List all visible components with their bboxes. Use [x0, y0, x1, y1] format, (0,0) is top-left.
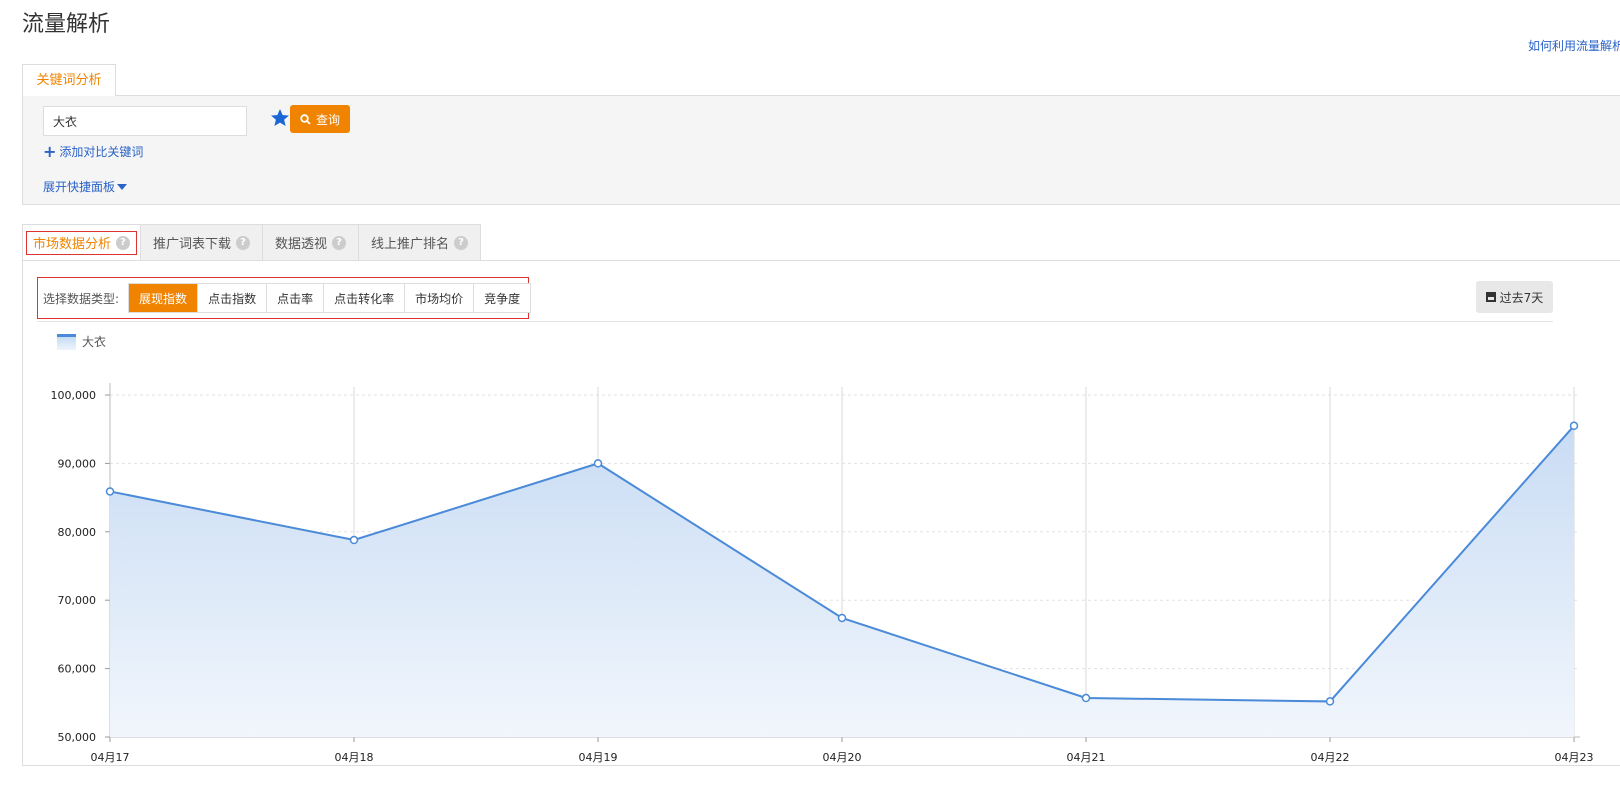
- impression-index-chart: 50,000 60,000 70,000 80,000 90,000 100,000 04月…: [51, 383, 1594, 764]
- data-point: [1325, 697, 1335, 706]
- y-tick-label: 80,000: [58, 526, 97, 539]
- x-tick-label: 04月20: [823, 751, 862, 764]
- data-point: [837, 613, 847, 623]
- x-tick-label: 04月17: [91, 751, 130, 764]
- data-point: [349, 535, 359, 545]
- x-tick-label: 04月18: [335, 751, 374, 764]
- data-point: [593, 459, 603, 468]
- x-tick-label: 04月23: [1555, 751, 1594, 764]
- x-tick-label: 04月22: [1311, 751, 1350, 764]
- y-tick-label: 70,000: [58, 594, 97, 607]
- y-tick-label: 50,000: [58, 731, 97, 744]
- x-tick-label: 04月21: [1067, 751, 1106, 764]
- data-point: [105, 487, 115, 496]
- tab-keyword-analysis[interactable]: 关键词分析: [22, 64, 116, 96]
- data-point: [1569, 421, 1579, 431]
- data-point: [1081, 693, 1091, 703]
- y-tick-label: 90,000: [58, 457, 97, 470]
- y-tick-label: 100,000: [51, 389, 97, 402]
- x-tick-label: 04月19: [579, 751, 618, 764]
- y-tick-label: 60,000: [58, 663, 97, 676]
